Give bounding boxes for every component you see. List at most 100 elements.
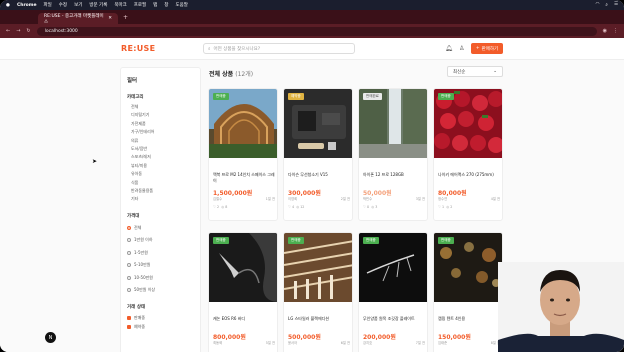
status-icons: ◠ ⌕ ☰ [595, 2, 618, 8]
browser-tab[interactable]: RE:USE - 중고거래 마켓플레이스 ✕ [38, 13, 118, 25]
filter-title: 필터 [127, 78, 138, 84]
screen: ● Chrome 파일 수정 보기 방문 기록 북마크 프로필 탭 창 도움말 … [0, 0, 624, 352]
user-icon[interactable]: ♙ [459, 45, 464, 52]
address-bar[interactable]: localhost:3000 [36, 26, 597, 36]
seller-name: 윤서아 [288, 341, 298, 345]
condition-label: 예약중 [134, 324, 146, 330]
category-title: 카테고리 [127, 95, 144, 100]
site-logo[interactable]: RE:USE [121, 44, 155, 53]
product-card[interactable]: 판매완료 아이폰 12 프로 128GB 50,000원 박민수 3일 전 ♡ 0… [358, 88, 428, 221]
next-dev-icon[interactable]: N [45, 332, 56, 343]
menu-item[interactable]: 탭 [153, 2, 157, 8]
menu-kebab-icon[interactable]: ⋮ [613, 28, 618, 34]
menu-item[interactable]: 보기 [74, 2, 82, 8]
wifi-icon[interactable]: ◠ [595, 2, 599, 8]
product-card[interactable]: 판매중 캐논 EOS R6 바디 800,000원 최동혁 5일 전 [208, 232, 278, 352]
price-option[interactable]: 전체 [127, 222, 194, 234]
category-item[interactable]: 기타 [131, 195, 194, 203]
product-card[interactable]: 예약중 다이슨 무선청소기 V15 300,000원 이영희 2일 전 ♡ 4 ◎… [283, 88, 353, 221]
product-title: 캐논 EOS R6 바디 [213, 316, 246, 321]
price-option[interactable]: 50만원 이상 [127, 284, 194, 296]
search-input[interactable]: ⌕ 어떤 상품을 찾으시나요? [203, 43, 355, 54]
control-center-icon[interactable]: ☰ [614, 2, 618, 8]
forward-icon[interactable]: → [16, 28, 20, 34]
price-option[interactable]: 5-10만원 [127, 259, 194, 271]
category-item[interactable]: 스포츠/레저 [131, 153, 194, 161]
search-icon[interactable]: ⌕ [605, 2, 608, 8]
product-meta: 김철수 1일 전 [213, 196, 275, 201]
price-option[interactable]: 1만원 이하 [127, 234, 194, 246]
product-meta: 윤서아 6일 전 [288, 340, 350, 345]
status-badge: 판매중 [213, 237, 229, 244]
heart-icon: ♡ [438, 205, 441, 209]
view-count: 2 [450, 205, 453, 209]
menu-item[interactable]: 도움말 [175, 2, 187, 8]
bell-icon[interactable]: 🔔︎ [445, 45, 453, 52]
radio-icon[interactable] [127, 250, 131, 255]
menu-item[interactable]: 프로필 [134, 2, 146, 8]
product-card[interactable]: 판매중 LG 스타일러 블랙에디션 500,000원 윤서아 6일 전 [283, 232, 353, 352]
category-item[interactable]: 의류 [131, 137, 194, 145]
radio-icon[interactable] [127, 275, 131, 280]
radio-icon[interactable] [127, 288, 131, 293]
status-badge: 판매중 [363, 237, 379, 244]
radio-icon[interactable] [127, 226, 131, 231]
apple-icon[interactable]: ● [6, 3, 10, 8]
menu-item[interactable]: 파일 [44, 2, 52, 8]
condition-option[interactable]: 예약중 [127, 322, 194, 331]
like-count: 1 [442, 205, 445, 209]
heading-text: 전체 상품 [209, 71, 234, 78]
category-item[interactable]: 디지털기기 [131, 111, 194, 119]
product-card[interactable]: 판매중 맥북 프로 M2 14인치 스페이스 그레이 1,500,000원 김철… [208, 88, 278, 221]
condition-title: 거래 상태 [127, 305, 146, 311]
heart-icon: ♡ [288, 205, 291, 209]
mac-menu-bar: ● Chrome 파일 수정 보기 방문 기록 북마크 프로필 탭 창 도움말 … [0, 0, 624, 10]
sell-button[interactable]: + 판매하기 [471, 43, 503, 54]
heart-icon: ♡ [213, 205, 216, 209]
category-item[interactable]: 전체 [131, 103, 194, 111]
close-icon[interactable]: ✕ [108, 16, 112, 21]
like-count: 4 [292, 205, 295, 209]
back-icon[interactable]: ← [6, 28, 10, 34]
menu-item[interactable]: 창 [164, 2, 168, 8]
category-item[interactable]: 반려동물용품 [131, 187, 194, 195]
seller-name: 김철수 [213, 197, 223, 201]
menu-item[interactable]: 수정 [59, 2, 67, 8]
price-label: 5-10만원 [134, 262, 151, 268]
product-card[interactable]: 판매중 나이키 에어맥스 270 (275mm) 80,000원 정수연 4일 전… [433, 88, 503, 221]
radio-icon[interactable] [127, 238, 131, 243]
condition-option[interactable]: 판매중 [127, 313, 194, 322]
app-name[interactable]: Chrome [17, 3, 37, 8]
checkbox-icon[interactable] [127, 315, 131, 320]
radio-icon[interactable] [127, 263, 131, 268]
category-item[interactable]: 유아동 [131, 170, 194, 178]
price-label: 1만원 이하 [134, 237, 153, 243]
product-stats: ♡ 2 ◎ 8 [213, 205, 227, 209]
url-text: localhost:3000 [44, 28, 78, 34]
sell-label: 판매하기 [481, 46, 499, 52]
like-count: 0 [367, 205, 370, 209]
product-title: 나이키 에어맥스 270 (275mm) [438, 172, 494, 177]
menu-item[interactable]: 방문 기록 [89, 2, 107, 8]
price-option[interactable]: 1-5만원 [127, 247, 194, 259]
category-item[interactable]: 가구/인테리어 [131, 128, 194, 136]
sort-value: 최신순 [453, 69, 466, 75]
product-card[interactable]: 판매중 무인양품 원목 조깃장 플레이트 200,000원 강지호 7일 전 [358, 232, 428, 352]
category-item[interactable]: 도서/음반 [131, 145, 194, 153]
new-tab-icon[interactable]: + [123, 14, 128, 21]
product-meta: 박민수 3일 전 [363, 196, 425, 201]
sort-select[interactable]: 최신순 ⌄ [447, 66, 503, 77]
posted-time: 3일 전 [415, 197, 425, 201]
product-card[interactable]: 판매중 캠핑 텐트 4인용 150,000원 임태준 8일 전 [433, 232, 503, 352]
category-item[interactable]: 가전제품 [131, 120, 194, 128]
view-count: 3 [375, 205, 378, 209]
reload-icon[interactable]: ↻ [26, 28, 30, 34]
menu-item[interactable]: 북마크 [114, 2, 126, 8]
profile-icon[interactable]: ◉ [603, 28, 607, 34]
status-badge: 판매중 [288, 237, 304, 244]
checkbox-icon[interactable] [127, 324, 131, 329]
price-option[interactable]: 10-50만원 [127, 272, 194, 284]
category-item[interactable]: 식품 [131, 179, 194, 187]
price-label: 50만원 이상 [134, 286, 156, 292]
category-item[interactable]: 뷰티/미용 [131, 162, 194, 170]
